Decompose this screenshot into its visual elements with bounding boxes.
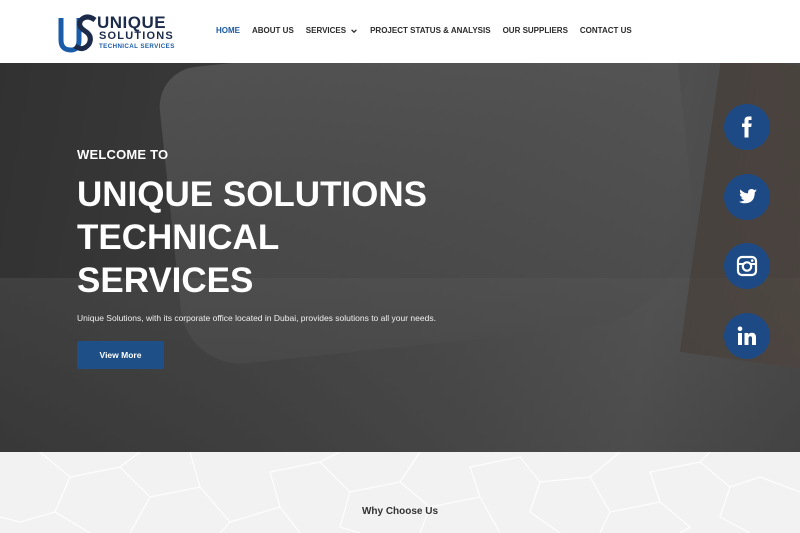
site-logo[interactable]: UNIQUE SOLUTIONS TECHNICAL SERVICES — [57, 12, 177, 54]
logo-mark-icon — [58, 14, 97, 53]
nav-item-contact-us[interactable]: CONTACT US — [580, 25, 632, 37]
twitter-link[interactable] — [724, 174, 770, 220]
twitter-icon — [739, 189, 757, 204]
nav-item-label: CONTACT US — [579, 26, 632, 35]
nav-item-services[interactable]: SERVICES — [306, 25, 358, 37]
logo-text-solutions: SOLUTIONS — [99, 30, 174, 42]
instagram-icon — [736, 255, 758, 277]
facebook-link[interactable] — [724, 104, 770, 150]
logo-text-technical-services: TECHNICAL SERVICES — [99, 43, 175, 50]
nav-item-home[interactable]: HOME — [216, 25, 240, 37]
view-more-button[interactable]: View More — [77, 341, 164, 369]
hero-welcome: WELCOME TO — [77, 147, 169, 162]
nav-item-label: OUR SUPPLIERS — [502, 26, 568, 35]
why-choose-us-section: Why Choose Us — [0, 452, 800, 533]
hero-title-line: UNIQUE SOLUTIONS — [77, 175, 428, 214]
main-nav: HOME ABOUT US SERVICES PROJECT STATUS & … — [216, 25, 644, 37]
nav-item-label: HOME — [216, 26, 240, 35]
hero-banner: WELCOME TO UNIQUE SOLUTIONS TECHNICAL SE… — [0, 63, 800, 452]
linkedin-icon — [737, 326, 756, 345]
hero-title: UNIQUE SOLUTIONS TECHNICAL SERVICES — [77, 173, 457, 302]
hero-title-line: SERVICES — [77, 261, 254, 300]
linkedin-link[interactable] — [724, 313, 770, 359]
logo-text-unique: UNIQUE — [97, 13, 167, 32]
background-pattern — [0, 452, 800, 533]
nav-item-label: SERVICES — [305, 26, 347, 35]
nav-item-project-status[interactable]: PROJECT STATUS & ANALYSIS — [370, 25, 490, 37]
hero-title-line: TECHNICAL — [77, 218, 280, 257]
nav-item-label: ABOUT US — [252, 26, 294, 35]
nav-item-our-suppliers[interactable]: OUR SUPPLIERS — [503, 25, 568, 37]
instagram-link[interactable] — [724, 243, 770, 289]
nav-item-label: PROJECT STATUS & ANALYSIS — [370, 26, 491, 35]
chevron-down-icon — [351, 29, 357, 34]
site-header: UNIQUE SOLUTIONS TECHNICAL SERVICES HOME… — [0, 0, 800, 63]
facebook-icon — [742, 116, 752, 138]
hero-description: Unique Solutions, with its corporate off… — [77, 313, 436, 323]
nav-item-about-us[interactable]: ABOUT US — [252, 25, 294, 37]
section-heading: Why Choose Us — [361, 506, 439, 517]
